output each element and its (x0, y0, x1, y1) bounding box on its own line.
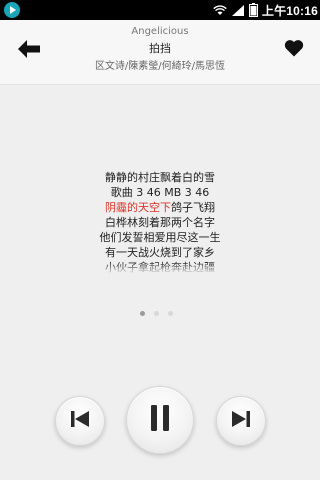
lyric-highlight: 阴霾的天空下 (105, 201, 171, 214)
next-track-button[interactable] (216, 396, 266, 446)
skip-previous-icon (70, 410, 90, 432)
wifi-icon (213, 4, 227, 16)
favorite-heart-icon[interactable] (284, 39, 304, 57)
battery-icon (248, 3, 258, 17)
song-title: 拍挡 (149, 42, 171, 55)
pause-button[interactable] (126, 386, 194, 454)
lyric-line: 静静的村庄飘着白的雪 (105, 171, 215, 184)
artist-name: Angelicious (131, 26, 189, 37)
status-bar: 上午10:16 (0, 0, 320, 20)
pause-icon (149, 405, 171, 435)
lyric-line-current: 阴霾的天空下鸽子飞翔 (105, 201, 215, 214)
page-indicator (140, 311, 173, 316)
skip-next-icon (231, 410, 251, 432)
lyrics-panel[interactable]: 静静的村庄飘着白的雪 歌曲 3 46 MB 3 46 阴霾的天空下鸽子飞翔 白桦… (0, 170, 320, 274)
page-dot (168, 311, 173, 316)
music-app-notification-icon (4, 2, 20, 18)
previous-track-button[interactable] (55, 396, 105, 446)
signal-icon (231, 4, 245, 16)
lyric-line: 白桦林刻着那两个名字 (105, 216, 215, 229)
page-dot (154, 311, 159, 316)
lyric-line: 有一天战火烧到了家乡 (105, 246, 215, 259)
lyric-line: 小伙子拿起枪奔赴边疆 (105, 261, 215, 274)
lyric-line: 歌曲 3 46 MB 3 46 (110, 186, 210, 199)
status-right-group: 上午10:16 (213, 0, 318, 20)
lyric-line: 他们发誓相爱用尽这一生 (99, 231, 221, 244)
page-dot-active (140, 311, 145, 316)
status-time: 上午10:16 (261, 3, 318, 18)
player-header: Angelicious 拍挡 区文诗/陳素瑩/何綺玲/馬思恆 (0, 20, 320, 85)
player-screen: 上午10:16 Angelicious 拍挡 区文诗/陳素瑩/何綺玲/馬思恆 静… (0, 0, 320, 480)
song-credits: 区文诗/陳素瑩/何綺玲/馬思恆 (94, 61, 226, 72)
